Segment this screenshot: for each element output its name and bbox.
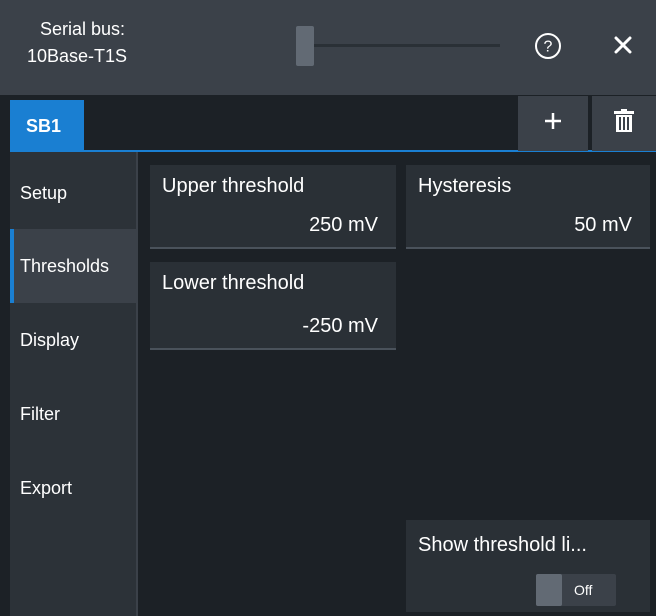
hysteresis-value: 50 mV	[574, 214, 632, 236]
sidebar-item-export[interactable]: Export	[10, 451, 136, 525]
dialog-title-line1: Serial bus:	[40, 19, 126, 39]
add-bus-button[interactable]	[518, 96, 588, 151]
sidebar-item-display[interactable]: Display	[10, 303, 136, 377]
sidebar-item-thresholds[interactable]: Thresholds	[10, 229, 136, 303]
upper-threshold-label: Upper threshold	[162, 175, 305, 197]
lower-threshold-label: Lower threshold	[162, 272, 305, 294]
sidebar-item-label: Display	[20, 329, 80, 350]
tab-sb1[interactable]: SB1	[10, 100, 84, 152]
sidebar-item-label: Setup	[20, 182, 68, 203]
help-button[interactable]: ?	[530, 28, 566, 64]
plus-icon	[543, 111, 563, 136]
close-icon	[614, 36, 632, 59]
question-circle-icon: ?	[533, 31, 563, 61]
show-threshold-lines-label: Show threshold li...	[418, 534, 587, 556]
upper-threshold-field[interactable]: Upper threshold 250 mV	[150, 165, 396, 249]
toggle-state: Off	[574, 582, 593, 598]
drag-handle[interactable]	[296, 26, 314, 66]
close-button[interactable]	[606, 30, 640, 64]
toggle-knob	[536, 574, 562, 606]
show-threshold-lines-toggle[interactable]: Off	[536, 574, 616, 606]
trash-icon	[613, 109, 635, 138]
dialog-header: Serial bus: 10Base-T1S ?	[0, 0, 656, 95]
sidebar-item-label: Export	[20, 477, 73, 498]
dialog-title-line2: 10Base-T1S	[27, 46, 128, 66]
hysteresis-label: Hysteresis	[418, 175, 512, 197]
drag-track	[314, 44, 500, 47]
sidebar-item-label: Thresholds	[20, 255, 110, 276]
show-threshold-lines-panel: Show threshold li... Off	[406, 520, 650, 612]
sidebar-item-label: Filter	[20, 403, 60, 424]
sidebar-item-filter[interactable]: Filter	[10, 377, 136, 451]
svg-text:?: ?	[544, 39, 553, 56]
sidebar-item-setup[interactable]: Setup	[10, 156, 136, 230]
lower-threshold-field[interactable]: Lower threshold -250 mV	[150, 262, 396, 350]
hysteresis-field[interactable]: Hysteresis 50 mV	[406, 165, 650, 249]
delete-bus-button[interactable]	[592, 96, 656, 151]
sidebar-divider	[136, 152, 138, 616]
upper-threshold-value: 250 mV	[309, 214, 378, 236]
lower-threshold-value: -250 mV	[302, 315, 378, 337]
